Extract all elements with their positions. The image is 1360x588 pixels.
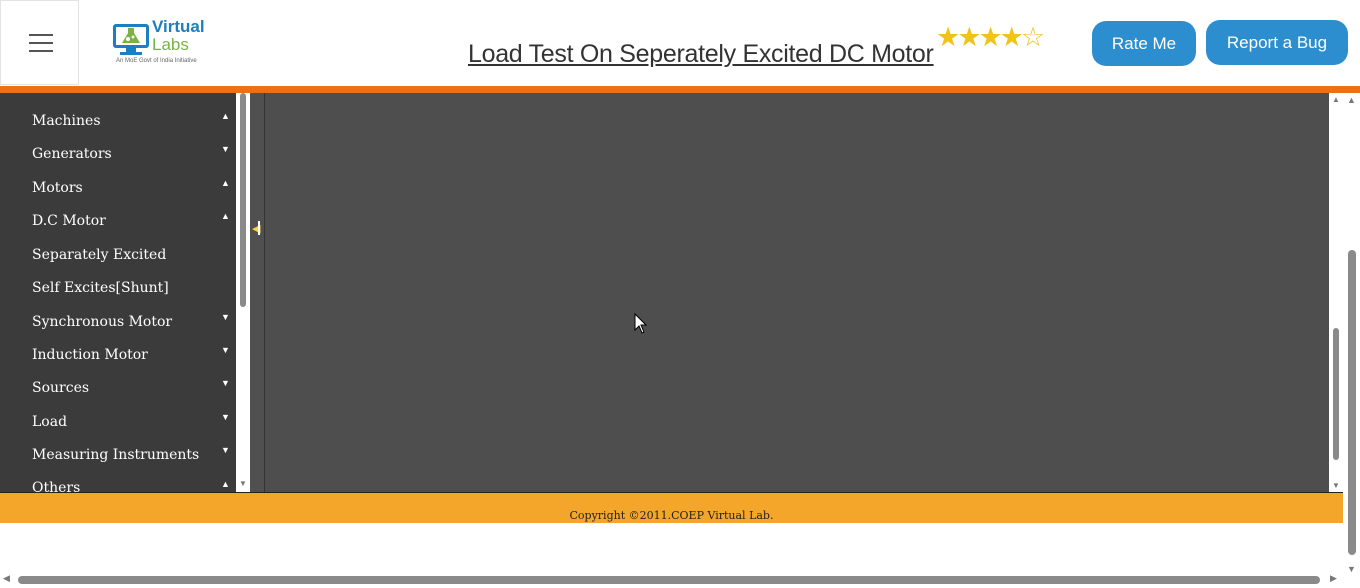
page-title[interactable]: Load Test On Seperately Excited DC Motor	[468, 40, 934, 69]
virtual-labs-logo[interactable]: Virtual Labs An MoE Govt of India Initia…	[110, 16, 205, 70]
sidebar-item-synchronous-motor[interactable]: Synchronous Motor	[32, 313, 172, 331]
hamburger-icon-bar	[29, 50, 53, 52]
sidebar-item-partial: ‾	[32, 93, 39, 100]
chevron-up-icon[interactable]: ▲	[221, 479, 230, 489]
scroll-down-arrow-icon[interactable]: ▼	[239, 479, 247, 488]
sidebar-item-self-excited-shunt[interactable]: Self Excites[Shunt]	[32, 279, 169, 297]
page-vertical-scrollbar[interactable]: ▲ ▼	[1343, 93, 1360, 574]
header-divider	[0, 86, 1360, 93]
simulation-workspace[interactable]	[265, 93, 1329, 492]
sidebar-item-motors[interactable]: Motors	[32, 179, 83, 197]
chevron-down-icon[interactable]: ▼	[221, 144, 230, 154]
chevron-down-icon[interactable]: ▼	[221, 345, 230, 355]
rate-me-button[interactable]: Rate Me	[1092, 21, 1196, 66]
rating-stars[interactable]: ★★★★☆	[936, 23, 1045, 51]
report-bug-button[interactable]: Report a Bug	[1206, 20, 1348, 65]
flask-logo-icon	[113, 24, 149, 55]
page-vertical-scrollbar-thumb[interactable]	[1348, 250, 1356, 555]
logo-text-labs: Labs	[152, 35, 189, 54]
chevron-up-icon[interactable]: ▲	[221, 178, 230, 188]
hamburger-icon-bar	[29, 34, 53, 36]
workspace-scrollbar-thumb[interactable]	[1333, 328, 1339, 460]
mouse-pointer-icon	[634, 313, 648, 334]
logo-tagline: An MoE Govt of India Initiative	[116, 58, 197, 64]
sidebar-item-sources[interactable]: Sources	[32, 379, 89, 397]
header: Virtual Labs An MoE Govt of India Initia…	[0, 0, 1360, 86]
menu-button[interactable]	[0, 0, 79, 85]
scroll-up-arrow-icon[interactable]: ▲	[1347, 95, 1356, 105]
chevron-up-icon[interactable]: ▲	[221, 111, 230, 121]
chevron-down-icon[interactable]: ▼	[221, 312, 230, 322]
sidebar-item-others[interactable]: Others	[32, 479, 80, 492]
sidebar-item-measuring-instruments[interactable]: Measuring Instruments	[32, 446, 199, 464]
scroll-right-arrow-icon[interactable]: ▶	[1330, 573, 1337, 584]
chevron-down-icon[interactable]: ▼	[221, 412, 230, 422]
star-outline-icon[interactable]: ☆	[1021, 23, 1045, 51]
sidebar-item-generators[interactable]: Generators	[32, 145, 112, 163]
sidebar-item-separately-excited[interactable]: Separately Excited	[32, 246, 166, 264]
sidebar-item-dc-motor[interactable]: D.C Motor	[32, 212, 106, 230]
sidebar-scrollbar[interactable]: ▼	[236, 93, 250, 492]
component-sidebar: ‾ Machines ▲ Generators ▼ Motors ▲ D.C M…	[0, 93, 236, 492]
splitter-grip-line	[258, 221, 260, 235]
hamburger-icon-bar	[29, 42, 53, 44]
workspace-scrollbar[interactable]: ▲ ▼	[1329, 93, 1343, 492]
page-horizontal-scrollbar[interactable]: ◀ ▶	[0, 572, 1343, 588]
chevron-up-icon[interactable]: ▲	[221, 211, 230, 221]
scroll-left-arrow-icon[interactable]: ◀	[3, 573, 10, 584]
footer: Copyright ©2011.COEP Virtual Lab.	[0, 493, 1343, 523]
logo-text-virtual: Virtual	[152, 17, 205, 36]
scroll-down-arrow-icon[interactable]: ▼	[1332, 481, 1340, 490]
sidebar-item-induction-motor[interactable]: Induction Motor	[32, 346, 148, 364]
scroll-down-arrow-icon[interactable]: ▼	[1347, 564, 1356, 574]
chevron-down-icon[interactable]: ▼	[221, 445, 230, 455]
page-horizontal-scrollbar-thumb[interactable]	[18, 576, 1320, 584]
sidebar-item-machines[interactable]: Machines	[32, 112, 101, 130]
sidebar-scrollbar-thumb[interactable]	[240, 93, 246, 307]
panel-splitter[interactable]: ◀	[250, 93, 265, 492]
copyright-text: Copyright ©2011.COEP Virtual Lab.	[569, 509, 774, 522]
chevron-down-icon[interactable]: ▼	[221, 378, 230, 388]
scroll-up-arrow-icon[interactable]: ▲	[1332, 95, 1340, 104]
sidebar-item-load[interactable]: Load	[32, 413, 67, 431]
